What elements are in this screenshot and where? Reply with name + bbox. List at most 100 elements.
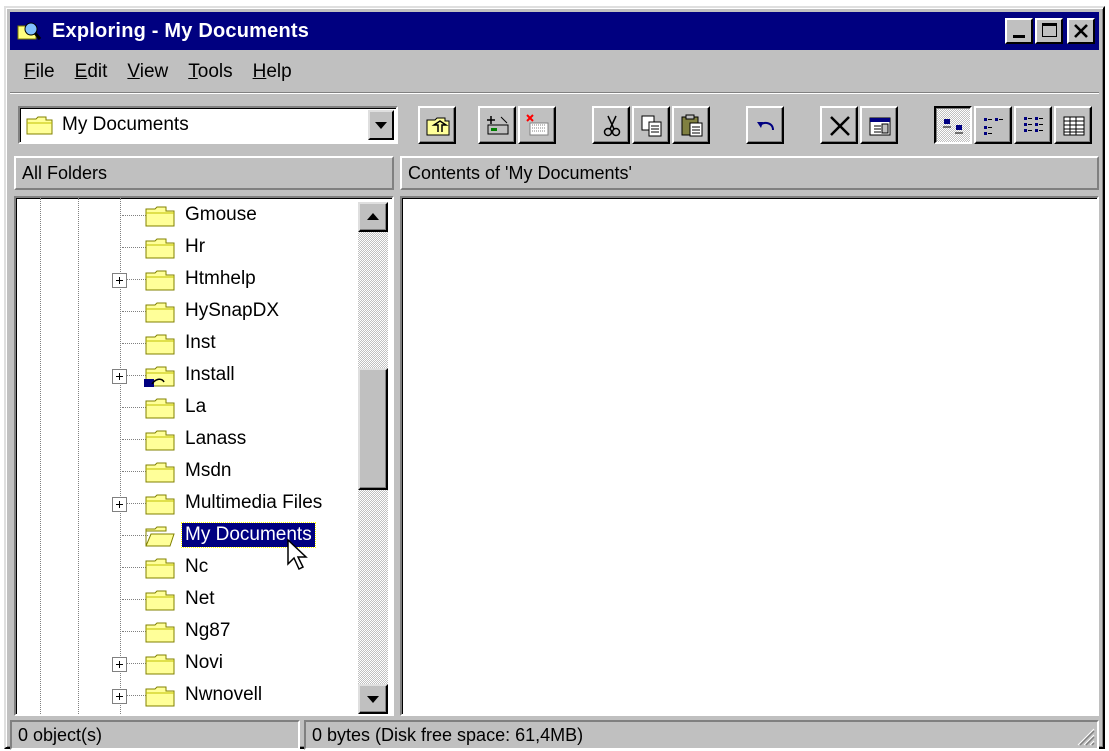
up-one-level-button[interactable] bbox=[418, 106, 456, 144]
expand-plus-icon[interactable] bbox=[112, 497, 127, 512]
tree-item-label: La bbox=[185, 396, 207, 417]
folder-icon bbox=[145, 686, 175, 707]
folder-icon bbox=[145, 302, 175, 323]
folder-tree[interactable]: Gmouse Hr Htmhelp HySnapDX Inst Install La Lana… bbox=[14, 196, 394, 716]
tree-item[interactable]: La bbox=[16, 392, 356, 424]
expand-plus-icon[interactable] bbox=[112, 657, 127, 672]
folder-icon bbox=[145, 270, 175, 291]
menu-view-accel: V bbox=[127, 61, 140, 82]
resize-grip-icon[interactable] bbox=[1073, 724, 1095, 746]
tree-scrollbar[interactable] bbox=[358, 202, 388, 714]
tree-item[interactable]: Lanass bbox=[16, 424, 356, 456]
tree-item-label: Ng87 bbox=[185, 620, 231, 641]
tree-item[interactable]: Multimedia Files bbox=[16, 488, 356, 520]
contents-list[interactable] bbox=[400, 196, 1099, 716]
tree-item[interactable]: Install bbox=[16, 360, 356, 392]
menu-tools[interactable]: Tools bbox=[178, 61, 242, 83]
mouse-pointer-icon bbox=[287, 538, 308, 571]
close-button[interactable] bbox=[1067, 18, 1095, 44]
paste-icon bbox=[681, 114, 703, 137]
map-drive-icon bbox=[487, 116, 509, 135]
small-icons-button[interactable] bbox=[974, 106, 1012, 144]
scroll-thumb[interactable] bbox=[358, 368, 388, 490]
tree-item[interactable]: Nwnovell bbox=[16, 680, 356, 712]
folder-icon bbox=[145, 238, 175, 259]
list-button[interactable] bbox=[1014, 106, 1052, 144]
disconnect-drive-button[interactable] bbox=[518, 106, 556, 144]
large-icons-button[interactable] bbox=[934, 106, 972, 144]
open-folder-icon bbox=[145, 526, 175, 547]
chevron-down-icon bbox=[375, 122, 387, 129]
minimize-icon bbox=[1013, 35, 1025, 38]
menu-edit[interactable]: Edit bbox=[65, 61, 118, 83]
address-dropdown-button[interactable] bbox=[368, 110, 394, 140]
disconnect-drive-icon bbox=[526, 114, 549, 136]
delete-button[interactable] bbox=[820, 106, 858, 144]
menu-tools-accel: T bbox=[188, 61, 198, 82]
status-objects-text: 0 object(s) bbox=[18, 724, 103, 745]
tree-item[interactable]: Msdn bbox=[16, 456, 356, 488]
properties-button[interactable] bbox=[860, 106, 898, 144]
tree-item[interactable]: Novi bbox=[16, 648, 356, 680]
paste-button[interactable] bbox=[672, 106, 710, 144]
toolbar: My Documents bbox=[14, 104, 1095, 150]
delete-x-icon bbox=[830, 116, 850, 136]
tree-item-label: Msdn bbox=[185, 460, 232, 481]
tree-item[interactable]: Net bbox=[16, 584, 356, 616]
tree-item-label: Net bbox=[185, 588, 215, 609]
minimize-button[interactable] bbox=[1005, 18, 1033, 44]
folder-icon bbox=[145, 206, 175, 227]
all-folders-label: All Folders bbox=[22, 162, 108, 183]
folder-icon bbox=[145, 654, 175, 675]
expand-plus-icon[interactable] bbox=[112, 273, 127, 288]
menu-edit-accel: E bbox=[74, 61, 88, 82]
undo-button[interactable] bbox=[746, 106, 784, 144]
status-objects: 0 object(s) bbox=[10, 720, 300, 750]
undo-icon bbox=[757, 121, 774, 131]
expand-plus-icon[interactable] bbox=[112, 369, 127, 384]
tree-item[interactable]: Ng87 bbox=[16, 616, 356, 648]
folder-icon bbox=[145, 622, 175, 643]
menu-help-label: elp bbox=[266, 61, 292, 82]
copy-button[interactable] bbox=[632, 106, 670, 144]
menu-file[interactable]: File bbox=[14, 61, 65, 83]
maximize-button[interactable] bbox=[1035, 18, 1063, 44]
folder-icon bbox=[145, 494, 175, 515]
maximize-icon bbox=[1042, 23, 1057, 37]
scroll-up-button[interactable] bbox=[358, 202, 388, 232]
menu-view-label: iew bbox=[139, 61, 169, 82]
menu-separator bbox=[10, 92, 1099, 94]
menu-tools-label: ools bbox=[197, 61, 233, 82]
window-controls bbox=[1003, 18, 1095, 44]
cut-button[interactable] bbox=[592, 106, 630, 144]
expand-plus-icon[interactable] bbox=[112, 689, 127, 704]
properties-icon bbox=[869, 117, 891, 136]
folder-icon bbox=[145, 430, 175, 451]
explorer-window: Exploring - My Documents File Edit View … bbox=[4, 6, 1105, 750]
list-icon bbox=[1024, 117, 1043, 132]
tree-item-label: HySnapDX bbox=[185, 300, 279, 321]
tree-item[interactable]: Gmouse bbox=[16, 200, 356, 232]
scroll-down-button[interactable] bbox=[358, 684, 388, 714]
tree-item[interactable]: Inst bbox=[16, 328, 356, 360]
contents-header: Contents of 'My Documents' bbox=[400, 156, 1099, 190]
address-value: My Documents bbox=[62, 114, 189, 135]
tree-item-label: Novi bbox=[185, 652, 224, 673]
address-combo[interactable]: My Documents bbox=[18, 106, 398, 144]
menu-edit-label: dit bbox=[87, 61, 108, 82]
tree-item-label: Lanass bbox=[185, 428, 247, 449]
details-icon bbox=[1063, 116, 1085, 136]
tree-item[interactable]: Hr bbox=[16, 232, 356, 264]
tree-item[interactable]: Htmhelp bbox=[16, 264, 356, 296]
map-network-drive-button[interactable] bbox=[478, 106, 516, 144]
tree-item-label: Hr bbox=[185, 236, 206, 257]
details-button[interactable] bbox=[1054, 106, 1092, 144]
menu-help[interactable]: Help bbox=[243, 61, 302, 83]
close-icon bbox=[1074, 24, 1088, 38]
tree-item-label: Nwnovell bbox=[185, 684, 263, 705]
menu-view[interactable]: View bbox=[117, 61, 178, 83]
large-icons-icon bbox=[943, 119, 963, 134]
up-folder-icon bbox=[426, 117, 450, 136]
title-bar[interactable]: Exploring - My Documents bbox=[10, 12, 1099, 50]
tree-item[interactable]: HySnapDX bbox=[16, 296, 356, 328]
